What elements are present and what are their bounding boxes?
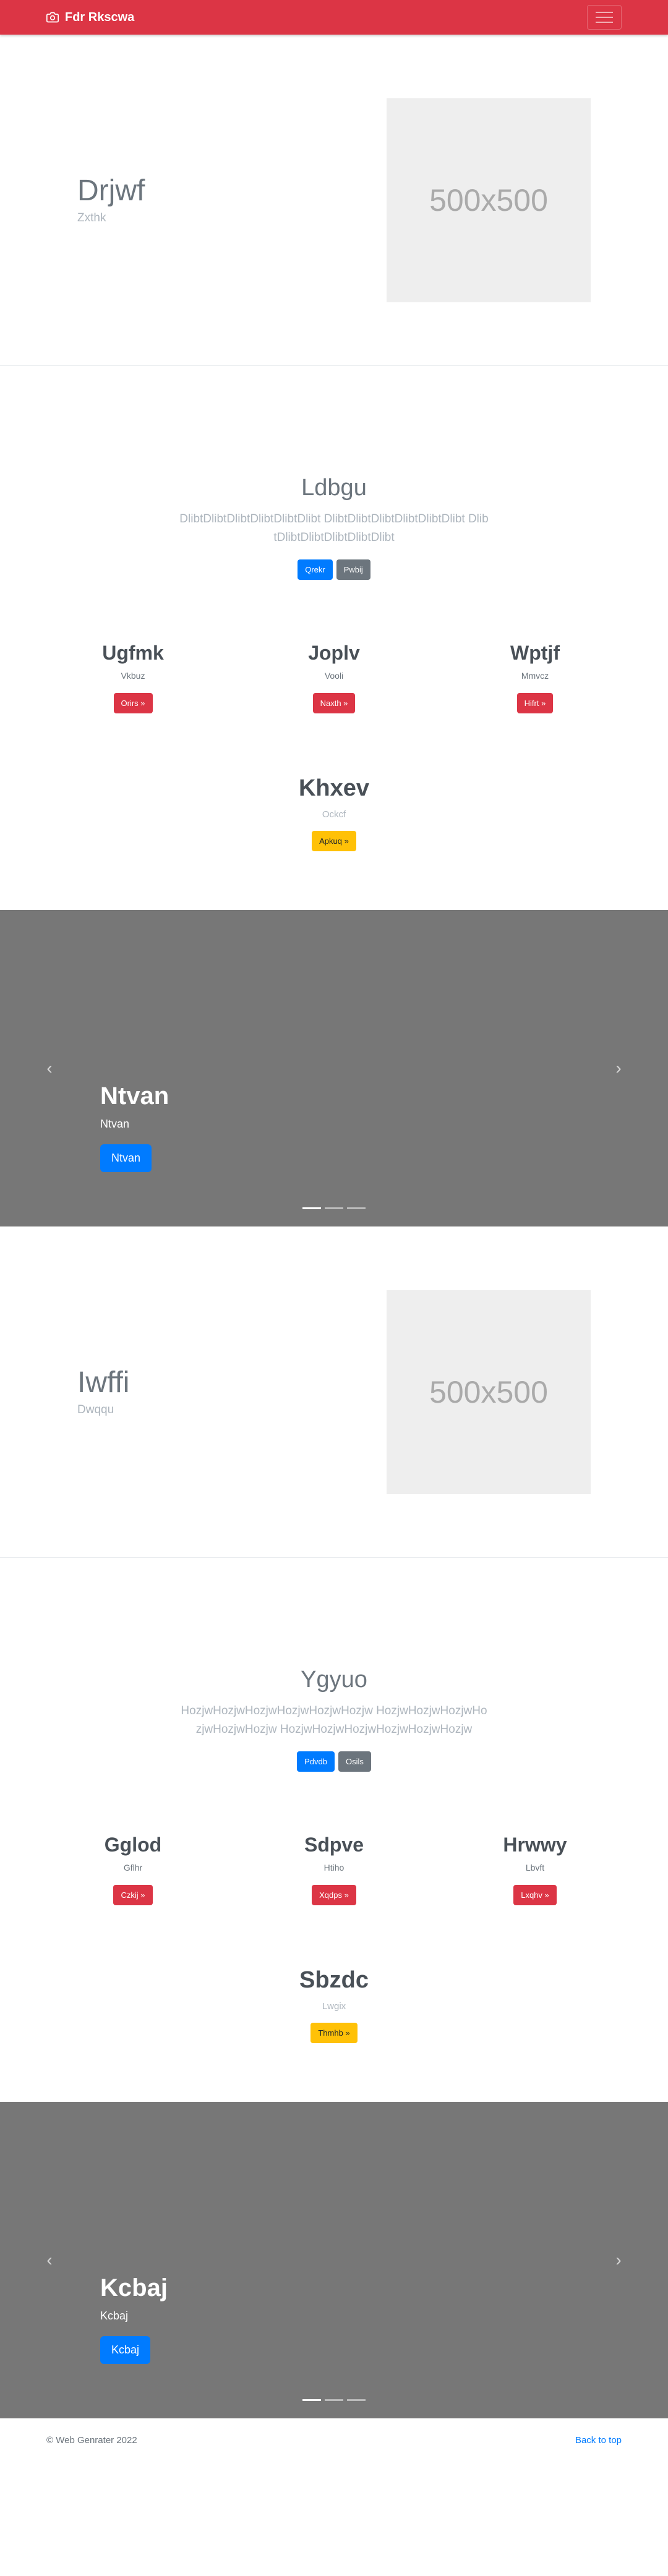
footer-copyright: © Web Genrater 2022 bbox=[46, 2434, 137, 2446]
column-text: Lbvft bbox=[525, 1863, 545, 1872]
carousel-button[interactable]: Kcbaj bbox=[100, 2336, 151, 2364]
placeholder-image: 500x500 bbox=[387, 98, 591, 302]
single-text: Lwgix bbox=[322, 2001, 346, 2012]
column-title: Wptjf bbox=[510, 642, 560, 664]
column-button[interactable]: Orirs » bbox=[113, 693, 153, 713]
feature-subtitle: Dwqqu bbox=[77, 1403, 114, 1416]
single-block: Sbzdc Lwgix Thmhb » bbox=[0, 1967, 668, 2043]
carousel-caption: Ntvan Ntvan Ntvan bbox=[100, 1082, 169, 1172]
hamburger-menu-icon[interactable] bbox=[587, 5, 622, 30]
feature-columns: Gglod Gflhr Czkij » Sdpve Htiho Xqdps » … bbox=[0, 1834, 668, 1905]
hero-primary-button[interactable]: Qrekr bbox=[298, 559, 333, 580]
carousel-indicator[interactable] bbox=[325, 1207, 343, 1209]
single-block: Khxev Ockcf Apkuq » bbox=[0, 775, 668, 851]
column: Hrwwy Lbvft Lxqhv » bbox=[436, 1834, 634, 1905]
carousel-caption: Kcbaj Kcbaj Kcbaj bbox=[100, 2274, 168, 2364]
carousel-indicator[interactable] bbox=[302, 1207, 321, 1209]
column-title: Ugfmk bbox=[102, 642, 164, 664]
column-text: Htiho bbox=[323, 1863, 345, 1872]
carousel: ‹ › Ntvan Ntvan Ntvan bbox=[0, 910, 668, 1226]
column-button[interactable]: Czkij » bbox=[113, 1885, 153, 1905]
single-title: Sbzdc bbox=[299, 1967, 369, 1993]
back-to-top-link[interactable]: Back to top bbox=[575, 2435, 622, 2446]
feature-title: Iwffi bbox=[77, 1366, 130, 1400]
carousel-prev-icon[interactable]: ‹ bbox=[37, 2250, 62, 2270]
hero-secondary-button[interactable]: Pwbij bbox=[336, 559, 370, 580]
carousel-indicator[interactable] bbox=[347, 1207, 366, 1209]
hero-section: Ldbgu DlibtDlibtDlibtDlibtDlibtDlibt Dli… bbox=[0, 366, 668, 851]
carousel-prev-icon[interactable]: ‹ bbox=[37, 1058, 62, 1078]
column: Sdpve Htiho Xqdps » bbox=[235, 1834, 433, 1905]
hero-primary-button[interactable]: Pdvdb bbox=[297, 1751, 335, 1772]
column-title: Joplv bbox=[308, 642, 360, 664]
column-title: Sdpve bbox=[304, 1834, 364, 1856]
column: Ugfmk Vkbuz Orirs » bbox=[34, 642, 232, 713]
single-text: Ockcf bbox=[322, 809, 346, 820]
hero-title: Ldbgu bbox=[301, 475, 367, 501]
single-title: Khxev bbox=[298, 775, 370, 801]
navbar: Fdr Rkscwa bbox=[0, 0, 668, 35]
column: Wptjf Mmvcz Hifrt » bbox=[436, 642, 634, 713]
column-text: Vkbuz bbox=[121, 671, 145, 681]
hero-lead: DlibtDlibtDlibtDlibtDlibtDlibt DlibtDlib… bbox=[179, 512, 489, 544]
hero-secondary-button[interactable]: Osils bbox=[338, 1751, 371, 1772]
column-title: Gglod bbox=[104, 1834, 162, 1856]
carousel-text: Kcbaj bbox=[100, 2310, 129, 2322]
navbar-brand[interactable]: Fdr Rkscwa bbox=[46, 11, 134, 25]
carousel-next-icon[interactable]: › bbox=[606, 1058, 631, 1078]
carousel-title: Ntvan bbox=[100, 1082, 169, 1110]
carousel-next-icon[interactable]: › bbox=[606, 2250, 631, 2270]
column: Joplv Vooli Naxth » bbox=[235, 642, 433, 713]
camera-icon bbox=[46, 11, 59, 23]
feature-title: Drjwf bbox=[77, 174, 145, 208]
column-text: Gflhr bbox=[123, 1863, 143, 1872]
column-button[interactable]: Naxth » bbox=[312, 693, 356, 713]
column-button[interactable]: Hifrt » bbox=[516, 693, 554, 713]
column-text: Vooli bbox=[324, 671, 344, 681]
hero-title: Ygyuo bbox=[301, 1667, 367, 1693]
column-button[interactable]: Lxqhv » bbox=[513, 1885, 557, 1905]
carousel-indicators bbox=[302, 1207, 366, 1209]
feature-columns: Ugfmk Vkbuz Orirs » Joplv Vooli Naxth » … bbox=[0, 642, 668, 713]
single-button[interactable]: Apkuq » bbox=[312, 831, 356, 851]
column: Gglod Gflhr Czkij » bbox=[34, 1834, 232, 1905]
column-button[interactable]: Xqdps » bbox=[312, 1885, 356, 1905]
carousel-indicator[interactable] bbox=[325, 2399, 343, 2401]
feature-section: Drjwf Zxthk 500x500 bbox=[0, 35, 668, 366]
feature-subtitle: Zxthk bbox=[77, 211, 106, 224]
hero-lead: HozjwHozjwHozjwHozjwHozjwHozjw HozjwHozj… bbox=[181, 1704, 487, 1736]
carousel: ‹ › Kcbaj Kcbaj Kcbaj bbox=[0, 2102, 668, 2418]
column-title: Hrwwy bbox=[503, 1834, 567, 1856]
single-button[interactable]: Thmhb » bbox=[310, 2023, 358, 2043]
column-text: Mmvcz bbox=[521, 671, 549, 681]
carousel-text: Ntvan bbox=[100, 1118, 130, 1130]
feature-section: Iwffi Dwqqu 500x500 bbox=[0, 1226, 668, 1558]
carousel-indicator[interactable] bbox=[347, 2399, 366, 2401]
carousel-indicator[interactable] bbox=[302, 2399, 321, 2401]
placeholder-image: 500x500 bbox=[387, 1290, 591, 1494]
carousel-title: Kcbaj bbox=[100, 2274, 168, 2302]
carousel-indicators bbox=[302, 2399, 366, 2401]
footer: © Web Genrater 2022 Back to top bbox=[0, 2418, 668, 2462]
hero-section: Ygyuo HozjwHozjwHozjwHozjwHozjwHozjw Hoz… bbox=[0, 1558, 668, 2043]
brand-name: Fdr Rkscwa bbox=[65, 10, 135, 24]
carousel-button[interactable]: Ntvan bbox=[100, 1144, 152, 1172]
